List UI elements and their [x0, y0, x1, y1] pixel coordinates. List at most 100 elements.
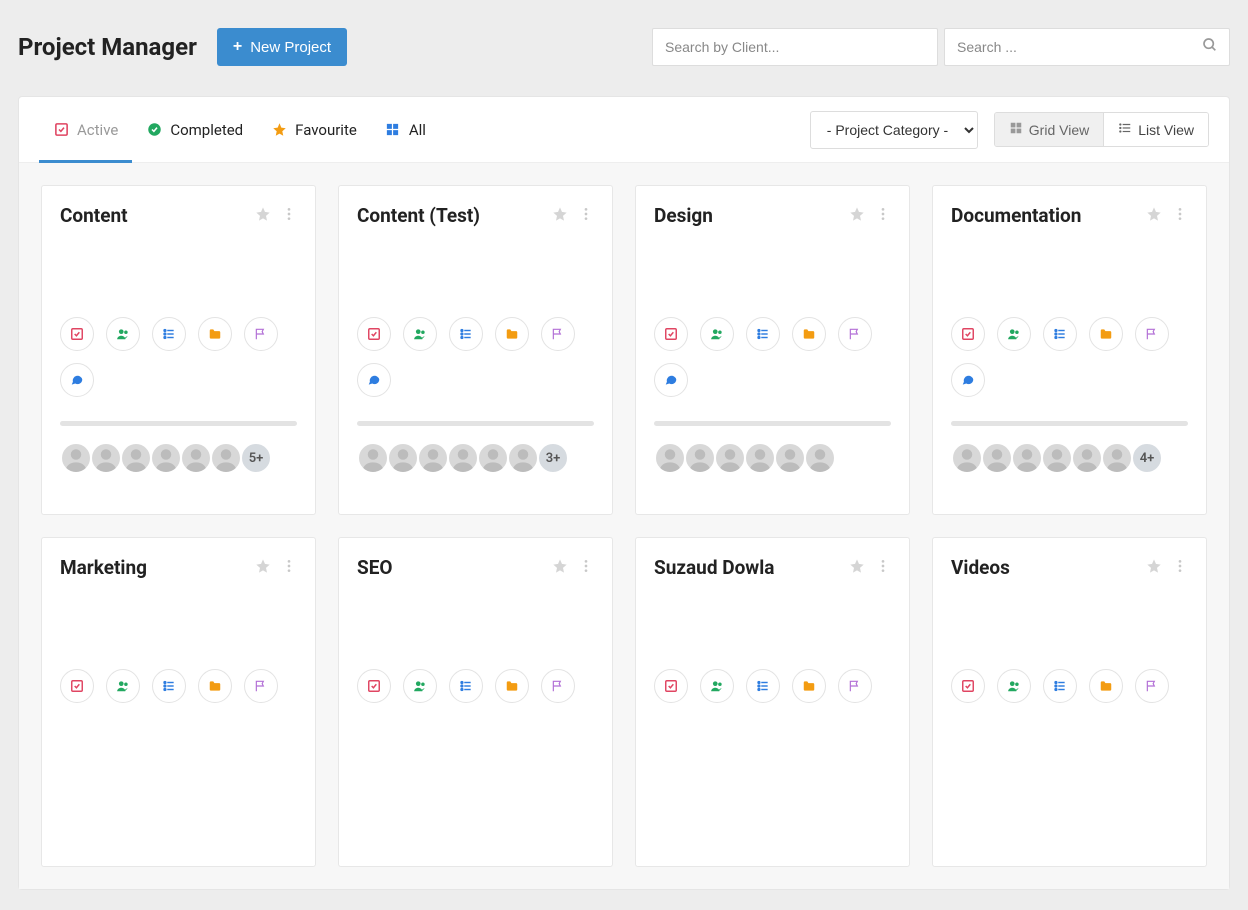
list-icon[interactable] [746, 669, 780, 703]
avatar[interactable] [1071, 442, 1103, 474]
tasks-icon[interactable] [951, 669, 985, 703]
tab-completed[interactable]: Completed [132, 97, 257, 162]
star-icon[interactable] [1146, 206, 1162, 226]
project-card[interactable]: Content 5+ [41, 185, 316, 515]
grid-view-button[interactable]: Grid View [995, 113, 1103, 146]
members-icon[interactable] [997, 317, 1031, 351]
milestones-icon[interactable] [541, 317, 575, 351]
project-card[interactable]: Design [635, 185, 910, 515]
kebab-menu-icon[interactable] [875, 558, 891, 578]
milestones-icon[interactable] [838, 317, 872, 351]
project-card[interactable]: SEO [338, 537, 613, 867]
tasks-icon[interactable] [60, 317, 94, 351]
star-icon[interactable] [849, 206, 865, 226]
tasks-icon[interactable] [357, 317, 391, 351]
kebab-menu-icon[interactable] [281, 206, 297, 226]
files-icon[interactable] [1089, 317, 1123, 351]
avatar[interactable] [654, 442, 686, 474]
list-icon[interactable] [1043, 317, 1077, 351]
tab-all[interactable]: All [371, 97, 440, 162]
tasks-icon[interactable] [60, 669, 94, 703]
files-icon[interactable] [792, 317, 826, 351]
star-icon[interactable] [1146, 558, 1162, 578]
avatar[interactable] [180, 442, 212, 474]
star-icon[interactable] [255, 206, 271, 226]
search-client-input[interactable] [652, 28, 938, 66]
list-icon[interactable] [449, 669, 483, 703]
avatar-more[interactable]: 5+ [240, 442, 272, 474]
list-icon[interactable] [152, 317, 186, 351]
avatar[interactable] [120, 442, 152, 474]
list-icon[interactable] [746, 317, 780, 351]
milestones-icon[interactable] [1135, 669, 1169, 703]
kebab-menu-icon[interactable] [281, 558, 297, 578]
star-icon[interactable] [552, 206, 568, 226]
avatar[interactable] [150, 442, 182, 474]
avatar[interactable] [387, 442, 419, 474]
files-icon[interactable] [495, 317, 529, 351]
avatar[interactable] [951, 442, 983, 474]
project-card[interactable]: Content (Test) 3+ [338, 185, 613, 515]
members-icon[interactable] [403, 317, 437, 351]
avatar[interactable] [804, 442, 836, 474]
files-icon[interactable] [198, 669, 232, 703]
members-icon[interactable] [700, 317, 734, 351]
kebab-menu-icon[interactable] [578, 206, 594, 226]
members-icon[interactable] [403, 669, 437, 703]
avatar[interactable] [447, 442, 479, 474]
avatar[interactable] [981, 442, 1013, 474]
avatar[interactable] [507, 442, 539, 474]
star-icon[interactable] [552, 558, 568, 578]
project-card[interactable]: Videos [932, 537, 1207, 867]
avatar[interactable] [684, 442, 716, 474]
avatar-more[interactable]: 3+ [537, 442, 569, 474]
list-icon[interactable] [449, 317, 483, 351]
avatar[interactable] [774, 442, 806, 474]
avatar[interactable] [714, 442, 746, 474]
list-icon[interactable] [152, 669, 186, 703]
discussion-icon[interactable] [951, 363, 985, 397]
project-category-select[interactable]: - Project Category - [810, 111, 978, 149]
discussion-icon[interactable] [654, 363, 688, 397]
files-icon[interactable] [198, 317, 232, 351]
discussion-icon[interactable] [357, 363, 391, 397]
kebab-menu-icon[interactable] [1172, 558, 1188, 578]
kebab-menu-icon[interactable] [1172, 206, 1188, 226]
project-card[interactable]: Documentation 4+ [932, 185, 1207, 515]
avatar[interactable] [1041, 442, 1073, 474]
tasks-icon[interactable] [654, 317, 688, 351]
tab-favourite[interactable]: Favourite [257, 97, 371, 162]
avatar[interactable] [417, 442, 449, 474]
new-project-button[interactable]: + New Project [217, 28, 347, 66]
avatar-more[interactable]: 4+ [1131, 442, 1163, 474]
members-icon[interactable] [106, 669, 140, 703]
milestones-icon[interactable] [1135, 317, 1169, 351]
files-icon[interactable] [792, 669, 826, 703]
members-icon[interactable] [997, 669, 1031, 703]
project-card[interactable]: Marketing [41, 537, 316, 867]
avatar[interactable] [210, 442, 242, 474]
list-view-button[interactable]: List View [1103, 113, 1208, 146]
members-icon[interactable] [700, 669, 734, 703]
avatar[interactable] [357, 442, 389, 474]
project-card[interactable]: Suzaud Dowla [635, 537, 910, 867]
star-icon[interactable] [849, 558, 865, 578]
avatar[interactable] [90, 442, 122, 474]
members-icon[interactable] [106, 317, 140, 351]
avatar[interactable] [1011, 442, 1043, 474]
star-icon[interactable] [255, 558, 271, 578]
avatar[interactable] [60, 442, 92, 474]
files-icon[interactable] [495, 669, 529, 703]
tasks-icon[interactable] [951, 317, 985, 351]
search-input[interactable] [944, 28, 1230, 66]
list-icon[interactable] [1043, 669, 1077, 703]
tasks-icon[interactable] [654, 669, 688, 703]
milestones-icon[interactable] [541, 669, 575, 703]
kebab-menu-icon[interactable] [578, 558, 594, 578]
milestones-icon[interactable] [838, 669, 872, 703]
tab-active[interactable]: Active [39, 97, 132, 162]
avatar[interactable] [477, 442, 509, 474]
avatar[interactable] [1101, 442, 1133, 474]
milestones-icon[interactable] [244, 317, 278, 351]
milestones-icon[interactable] [244, 669, 278, 703]
